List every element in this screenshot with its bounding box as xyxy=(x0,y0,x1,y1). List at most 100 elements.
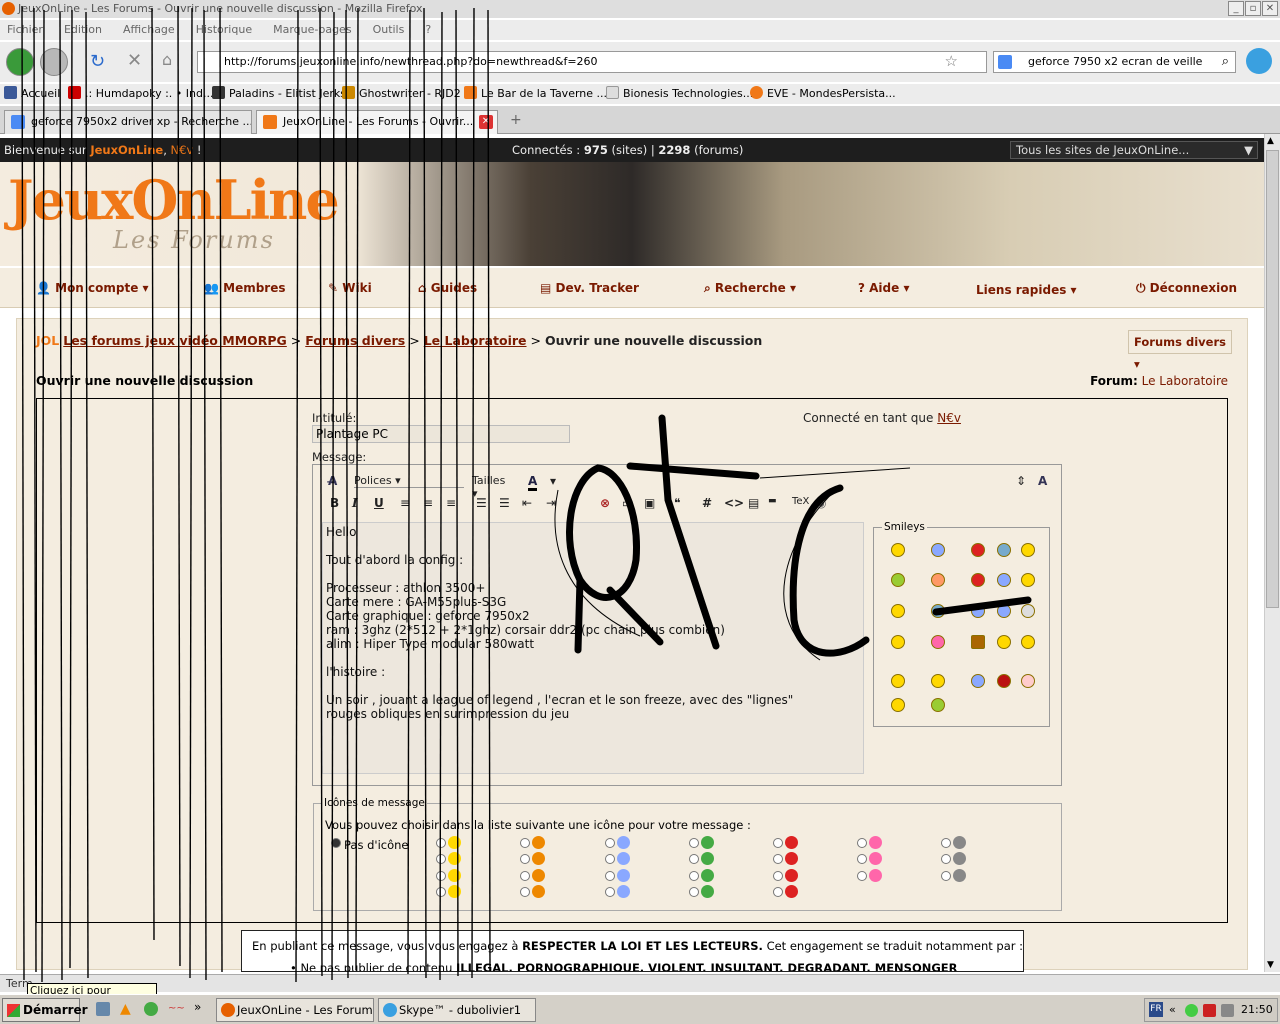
vlc-icon[interactable]: ▲ xyxy=(120,1001,131,1017)
message-textarea[interactable]: Hello Tout d'abord la config : Processeu… xyxy=(322,522,864,774)
idea-smiley-icon[interactable] xyxy=(971,674,985,688)
rolleyes-smiley-icon[interactable] xyxy=(971,604,985,618)
switch-mode-icon[interactable]: A xyxy=(1038,474,1047,488)
username-link[interactable]: N€v xyxy=(171,143,194,157)
google-icon[interactable] xyxy=(998,55,1012,69)
insert-image-icon[interactable]: ▭ xyxy=(622,496,633,510)
scrollbar-thumb[interactable] xyxy=(1266,150,1279,608)
message-icon-radio[interactable] xyxy=(773,854,783,864)
book-smiley-icon[interactable] xyxy=(971,635,985,649)
grin-smiley-icon[interactable] xyxy=(997,543,1011,557)
tex-icon[interactable]: TeX xyxy=(792,496,809,507)
bookmark-accueil[interactable]: Accueil xyxy=(4,84,60,104)
message-icon-radio[interactable] xyxy=(773,887,783,897)
close-tab-icon[interactable]: ✕ xyxy=(479,115,493,129)
spellcheck-icon[interactable]: ◉ xyxy=(816,496,826,510)
reload-icon[interactable]: ↻ xyxy=(90,51,105,72)
search-icon[interactable]: ⌕ xyxy=(1222,52,1229,72)
home-icon[interactable]: ⌂ xyxy=(162,50,172,69)
insert-picture-icon[interactable]: ▣ xyxy=(644,496,655,510)
eek-smiley-icon[interactable] xyxy=(931,604,945,618)
message-icon-radio[interactable] xyxy=(773,838,783,848)
minimize-button[interactable]: _ xyxy=(1228,1,1244,16)
bookmark-humdapoky[interactable]: .: Humdapoky :. • Ind... xyxy=(68,84,213,104)
menu-fichier[interactable]: Fichier xyxy=(7,20,43,40)
scroll-up-icon[interactable]: ▲ xyxy=(1267,136,1274,146)
nav-liens-rapides[interactable]: Liens rapides ▾ xyxy=(976,283,1077,297)
sick-smiley-icon[interactable] xyxy=(891,573,905,587)
menu-marque-pages[interactable]: Marque-pages xyxy=(273,20,351,40)
align-right-icon[interactable]: ≡ xyxy=(446,496,456,510)
skype-icon[interactable] xyxy=(1246,48,1272,74)
nav-guides[interactable]: ⌂ Guides xyxy=(418,281,477,295)
text-color-icon[interactable]: A xyxy=(528,474,538,491)
message-icon-radio[interactable] xyxy=(605,854,615,864)
underline-button[interactable]: U xyxy=(374,496,384,510)
message-icon-radio[interactable] xyxy=(773,871,783,881)
message-icon-radio[interactable] xyxy=(941,838,951,848)
confused-smiley-icon[interactable] xyxy=(1021,573,1035,587)
message-icon-radio[interactable] xyxy=(857,871,867,881)
nav-wiki[interactable]: ✎ Wiki xyxy=(328,281,372,295)
menu-historique[interactable]: Historique xyxy=(196,20,252,40)
search-bar[interactable]: geforce 7950 x2 ecran de veille ⌕ xyxy=(993,51,1236,73)
whistle-smiley-icon[interactable] xyxy=(1021,635,1035,649)
message-icon-radio[interactable] xyxy=(436,854,446,864)
grin-smiley-icon[interactable] xyxy=(931,698,945,712)
quote-icon[interactable]: ❝ xyxy=(674,496,680,510)
smiley-icon[interactable] xyxy=(931,674,945,688)
html-code-icon[interactable]: <> xyxy=(724,496,744,510)
smiley-icon[interactable] xyxy=(1021,543,1035,557)
angry-smiley-icon[interactable] xyxy=(971,543,985,557)
stop-icon[interactable]: ✕ xyxy=(127,50,142,71)
menu-help[interactable]: ? xyxy=(425,20,431,40)
laugh-smiley-icon[interactable] xyxy=(891,635,905,649)
breadcrumb-laboratoire[interactable]: Le Laboratoire xyxy=(424,333,527,348)
bullet-list-icon[interactable]: ☰ xyxy=(499,496,510,510)
bookmark-eve[interactable]: EVE - MondesPersista... xyxy=(750,84,896,104)
back-button[interactable] xyxy=(6,48,34,76)
task-firefox[interactable]: JeuxOnLine - Les Forums... xyxy=(216,998,374,1022)
message-icon-radio[interactable] xyxy=(520,854,530,864)
quicklaunch-icon[interactable]: ~~ xyxy=(168,1003,185,1014)
skype-tray-icon[interactable] xyxy=(1185,1004,1198,1017)
start-button[interactable]: Démarrer xyxy=(2,998,88,1022)
menu-outils[interactable]: Outils xyxy=(373,20,405,40)
nav-recherche[interactable]: ⌕ Recherche ▾ xyxy=(704,281,796,296)
italic-button[interactable]: I xyxy=(352,496,358,510)
maximize-button[interactable]: ▫ xyxy=(1245,1,1261,16)
star-icon[interactable]: ☆ xyxy=(945,51,958,71)
nav-mon-compte[interactable]: 👤 Mon compte ▾ xyxy=(36,281,149,295)
tab-google-search[interactable]: geforce 7950x2 driver xp - Recherche ... xyxy=(4,110,252,134)
bookmark-ghostwriter[interactable]: Ghostwriter - RJD2 xyxy=(342,84,461,104)
remove-format-icon[interactable]: A̶ xyxy=(328,474,337,488)
message-icon-radio[interactable] xyxy=(941,871,951,881)
wink-smiley-icon[interactable] xyxy=(891,698,905,712)
title-input[interactable]: Plantage PC xyxy=(312,425,570,443)
sad-smiley-icon[interactable] xyxy=(931,543,945,557)
remove-link-icon[interactable]: ⊗ xyxy=(600,496,610,510)
message-icon-radio[interactable] xyxy=(520,838,530,848)
clock[interactable]: 21:50 xyxy=(1241,999,1273,1021)
align-left-icon[interactable]: ≡ xyxy=(400,496,410,510)
font-select[interactable]: Polices ▾ xyxy=(354,474,464,488)
logged-user-link[interactable]: N€v xyxy=(937,411,961,425)
close-window-button[interactable]: ✕ xyxy=(1262,1,1278,16)
ordered-list-icon[interactable]: ☰ xyxy=(476,496,487,510)
message-icon-radio[interactable] xyxy=(941,854,951,864)
devil-smiley-icon[interactable] xyxy=(997,674,1011,688)
message-icon-radio[interactable] xyxy=(436,887,446,897)
outdent-icon[interactable]: ⇤ xyxy=(522,496,532,510)
message-icon-radio[interactable] xyxy=(605,887,615,897)
menu-affichage[interactable]: Affichage xyxy=(123,20,175,40)
scroll-down-icon[interactable]: ▼ xyxy=(1267,960,1274,970)
menu-edition[interactable]: Edition xyxy=(64,20,102,40)
love-smiley-icon[interactable] xyxy=(931,635,945,649)
chevron-down-icon[interactable]: ▾ xyxy=(550,474,556,488)
message-icon-radio[interactable] xyxy=(436,838,446,848)
breadcrumb-home[interactable]: Les forums jeux vidéo MMORPG xyxy=(63,333,287,348)
shocked-smiley-icon[interactable] xyxy=(1021,674,1035,688)
all-sites-select[interactable]: Tous les sites de JeuxOnLine... ▼ xyxy=(1010,141,1258,159)
message-icon-radio[interactable] xyxy=(857,854,867,864)
message-icon-radio[interactable] xyxy=(857,838,867,848)
